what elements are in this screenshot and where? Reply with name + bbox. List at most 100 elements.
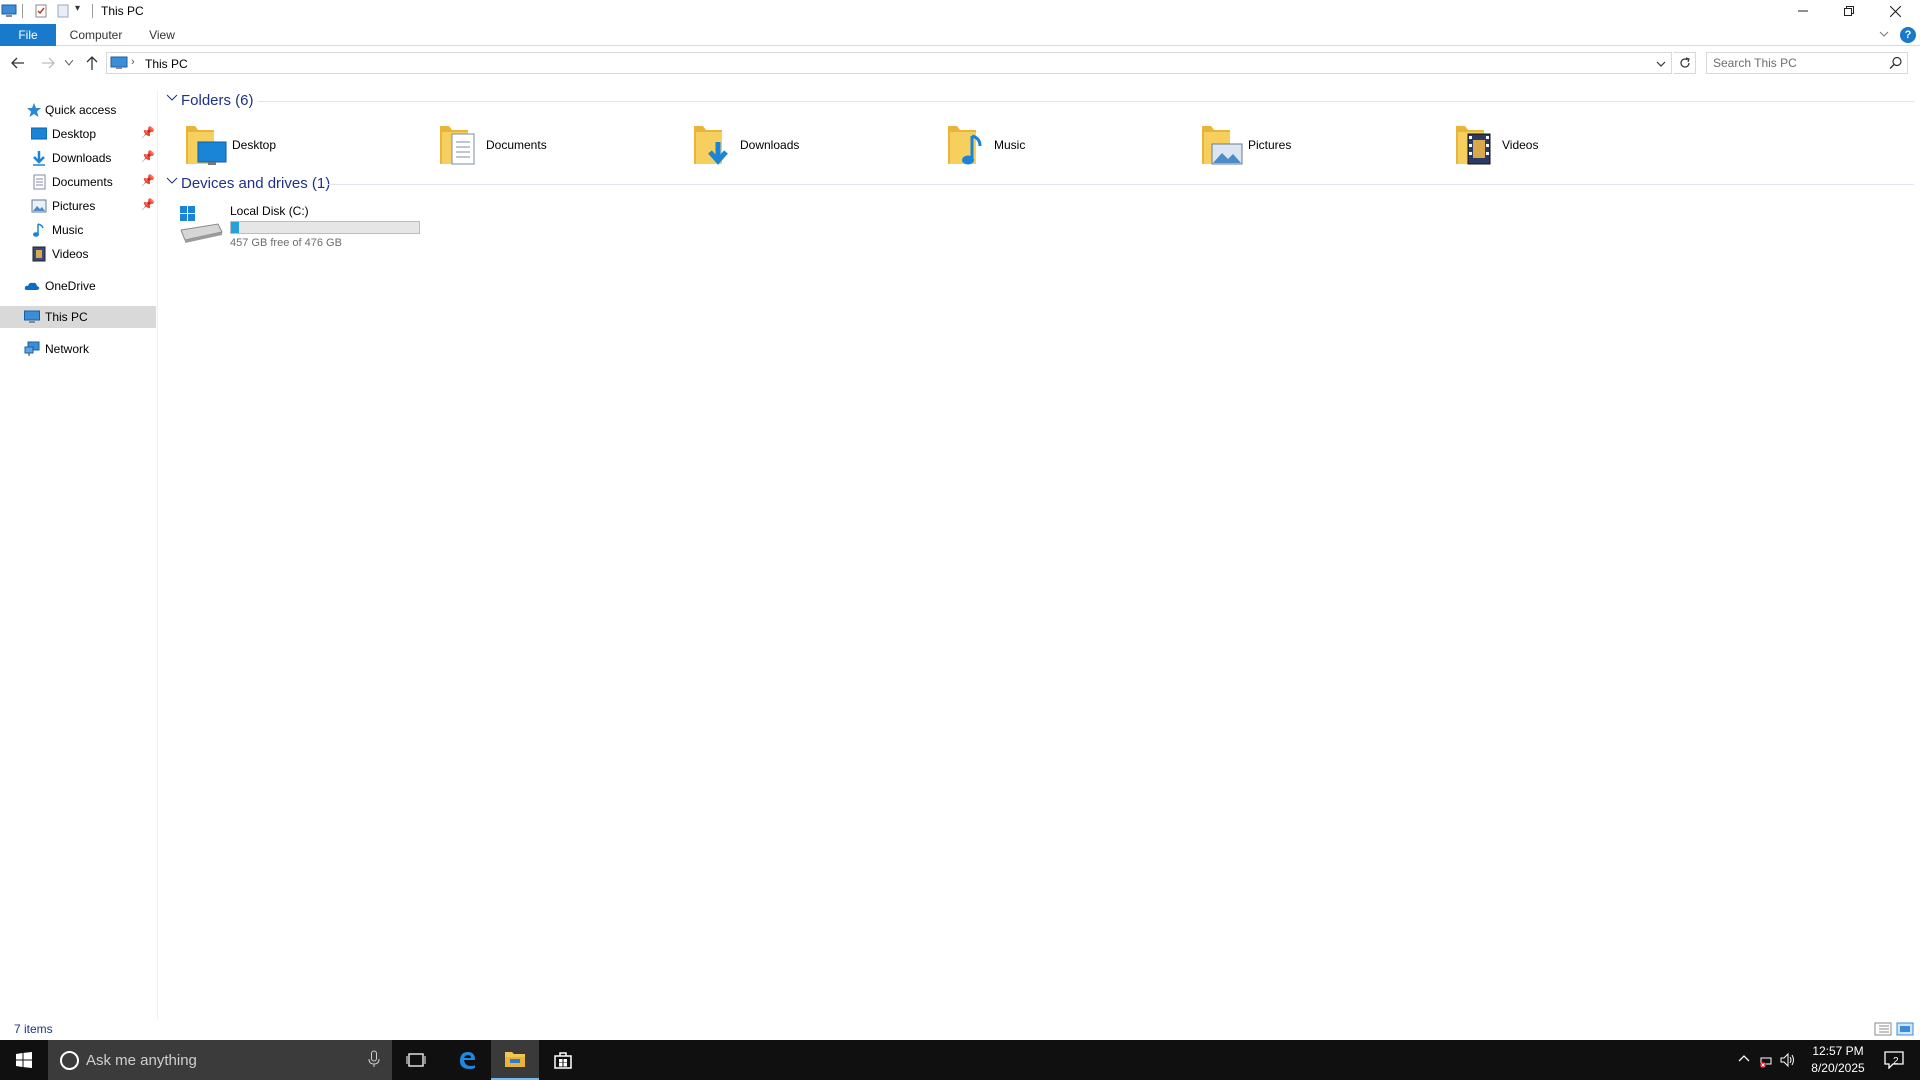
nav-label: Documents xyxy=(52,175,113,189)
desktop-folder-icon xyxy=(186,126,227,165)
videos-folder-icon xyxy=(1456,126,1491,165)
folder-documents[interactable]: Documents xyxy=(438,120,688,170)
folder-music[interactable]: Music xyxy=(946,120,1196,170)
nav-pictures[interactable]: Pictures 📌 xyxy=(0,195,156,217)
action-center-button[interactable]: 2 xyxy=(1876,1040,1912,1080)
address-bar[interactable]: › This PC xyxy=(106,52,1672,74)
nav-label: Downloads xyxy=(52,151,112,165)
expand-ribbon-icon[interactable] xyxy=(1878,28,1892,42)
documents-folder-icon xyxy=(440,126,475,165)
recent-locations-button[interactable] xyxy=(62,53,76,73)
address-history-button[interactable] xyxy=(1653,56,1669,72)
close-icon xyxy=(1889,5,1901,17)
new-folder-icon[interactable] xyxy=(55,3,71,19)
nav-label: Network xyxy=(45,342,90,356)
pin-icon[interactable]: 📌 xyxy=(141,198,155,211)
up-button[interactable] xyxy=(82,53,102,73)
this-pc-icon xyxy=(110,56,128,69)
taskbar-store[interactable] xyxy=(539,1040,587,1080)
window-title: This PC xyxy=(101,4,144,18)
minimize-icon xyxy=(1798,10,1808,12)
nav-music[interactable]: Music xyxy=(0,219,156,241)
chevron-down-icon[interactable] xyxy=(166,176,178,189)
nav-this-pc[interactable]: This PC xyxy=(0,306,156,328)
star-icon xyxy=(27,103,41,117)
search-box[interactable] xyxy=(1706,52,1908,74)
back-button[interactable] xyxy=(8,53,28,73)
qat-dropdown-icon[interactable]: ▾ xyxy=(75,3,80,14)
folder-name: Documents xyxy=(486,138,547,152)
pin-icon[interactable]: 📌 xyxy=(141,150,155,163)
network-status-icon[interactable] xyxy=(1758,1052,1774,1068)
qat-separator xyxy=(92,4,93,18)
folder-desktop[interactable]: Desktop xyxy=(184,120,434,170)
videos-icon xyxy=(32,246,46,262)
music-icon xyxy=(33,223,44,237)
nav-label: Quick access xyxy=(45,103,117,117)
help-icon[interactable]: ? xyxy=(1900,27,1916,43)
search-icon[interactable] xyxy=(1889,56,1903,70)
folder-pictures[interactable]: Pictures xyxy=(1200,120,1450,170)
breadcrumb-chevron-icon[interactable]: › xyxy=(131,56,135,68)
properties-icon[interactable] xyxy=(33,3,49,19)
navigation-pane: Quick access Desktop 📌 Downloads 📌 Docum… xyxy=(0,90,158,1020)
back-arrow-icon xyxy=(11,57,24,69)
close-button[interactable] xyxy=(1872,0,1918,22)
show-hidden-icons-chevron-icon[interactable] xyxy=(1736,1052,1752,1068)
clock-time[interactable]: 12:57 PM xyxy=(1798,1044,1878,1058)
nav-quick-access[interactable]: Quick access xyxy=(0,99,156,121)
folder-name: Desktop xyxy=(232,138,277,152)
restore-button[interactable] xyxy=(1826,0,1872,22)
refresh-button[interactable] xyxy=(1674,52,1696,74)
forward-button[interactable] xyxy=(38,53,58,73)
this-pc-icon xyxy=(24,310,40,323)
navigation-bar: › This PC xyxy=(0,50,1920,76)
nav-network[interactable]: Network xyxy=(0,338,156,360)
downloads-folder-icon xyxy=(694,126,728,165)
breadcrumb-this-pc[interactable]: This PC xyxy=(145,57,188,71)
content-pane: Folders (6) Desktop Documents Downloads … xyxy=(160,88,1920,1018)
group-divider xyxy=(258,101,1914,102)
nav-documents[interactable]: Documents 📌 xyxy=(0,171,156,193)
nav-downloads[interactable]: Downloads 📌 xyxy=(0,147,156,169)
nav-label: Videos xyxy=(52,247,89,261)
chevron-down-icon xyxy=(65,60,73,66)
taskbar-file-explorer[interactable] xyxy=(491,1040,539,1080)
forward-arrow-icon xyxy=(42,57,55,69)
drive-local-disk-c[interactable]: Local Disk (C:) 457 GB free of 476 GB xyxy=(178,202,438,256)
cortana-icon xyxy=(60,1051,79,1070)
tab-file[interactable]: File xyxy=(0,24,56,46)
tab-view[interactable]: View xyxy=(140,24,184,46)
microphone-icon[interactable] xyxy=(368,1050,380,1068)
large-icons-view-icon[interactable] xyxy=(1896,1021,1914,1037)
this-pc-icon xyxy=(1,4,17,17)
folders-group-header[interactable]: Folders (6) xyxy=(166,90,1914,112)
title-bar: ▾ This PC xyxy=(0,0,1920,24)
drive-name: Local Disk (C:) xyxy=(230,204,309,218)
cortana-search-box[interactable]: Ask me anything xyxy=(48,1040,392,1080)
folder-videos[interactable]: Videos xyxy=(1454,120,1704,170)
task-view-button[interactable] xyxy=(392,1040,440,1080)
hard-drive-icon xyxy=(180,206,223,243)
search-input[interactable] xyxy=(1713,55,1883,71)
qat-separator xyxy=(22,4,23,18)
minimize-button[interactable] xyxy=(1780,0,1826,22)
nav-label: Pictures xyxy=(52,199,96,213)
clock-date[interactable]: 8/20/2025 xyxy=(1798,1061,1878,1075)
music-folder-icon xyxy=(948,126,982,165)
item-count: 7 items xyxy=(14,1022,53,1036)
chevron-down-icon[interactable] xyxy=(166,93,178,106)
nav-videos[interactable]: Videos xyxy=(0,243,156,265)
nav-onedrive[interactable]: OneDrive xyxy=(0,275,156,297)
tab-computer[interactable]: Computer xyxy=(62,24,130,46)
folder-downloads[interactable]: Downloads xyxy=(692,120,942,170)
drives-group-header[interactable]: Devices and drives (1) xyxy=(166,173,1914,195)
volume-icon[interactable] xyxy=(1780,1052,1796,1068)
start-button[interactable] xyxy=(0,1040,48,1080)
details-view-icon[interactable] xyxy=(1874,1021,1892,1037)
pin-icon[interactable]: 📌 xyxy=(141,126,155,139)
taskbar-edge[interactable] xyxy=(443,1040,491,1080)
pin-icon[interactable]: 📌 xyxy=(141,174,155,187)
nav-label: Music xyxy=(52,223,84,237)
nav-desktop[interactable]: Desktop 📌 xyxy=(0,123,156,145)
